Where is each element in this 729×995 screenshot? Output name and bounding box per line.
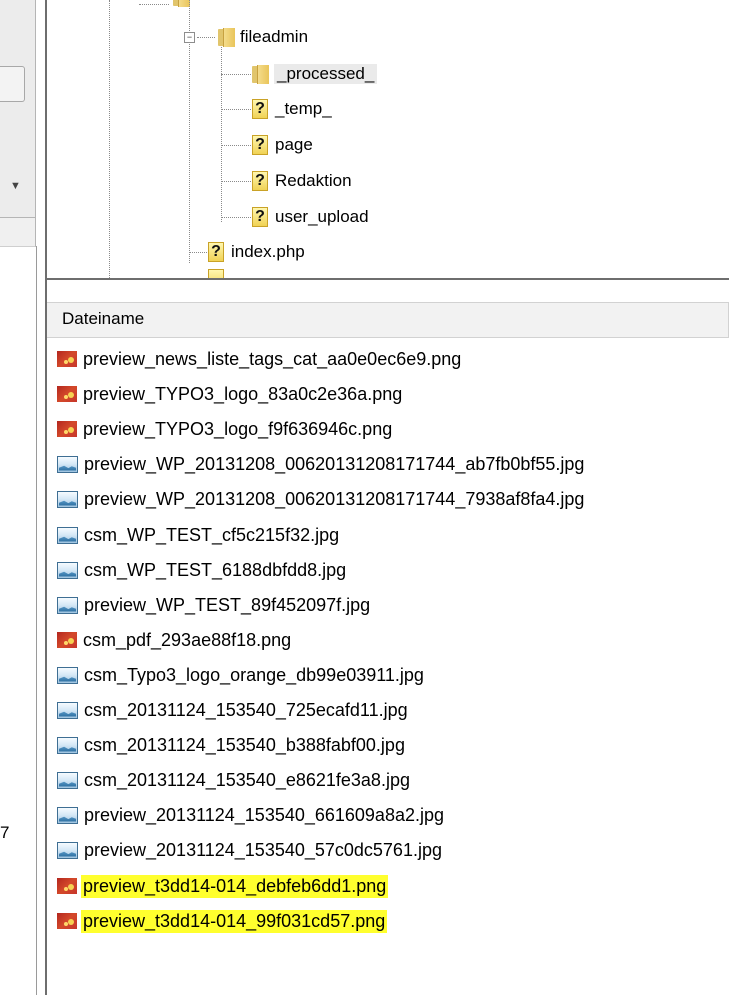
jpg-image-icon xyxy=(57,736,78,754)
folder-icon xyxy=(217,27,235,47)
jpg-image-icon xyxy=(57,806,78,824)
unknown-file-icon: ? xyxy=(251,135,269,155)
file-name: preview_t3dd14-014_99f031cd57.png xyxy=(81,909,388,933)
dropdown-arrow-icon[interactable]: ▼ xyxy=(10,180,21,192)
tree-item-fileadmin[interactable]: fileadmin xyxy=(217,24,308,50)
tree-connector xyxy=(221,74,251,75)
file-name: csm_20131124_153540_e8621fe3a8.jpg xyxy=(84,769,410,790)
file-row[interactable]: preview_news_liste_tags_cat_aa0e0ec6e9.p… xyxy=(57,344,463,374)
tree-item-label: index.php xyxy=(231,242,305,261)
file-name: preview_news_liste_tags_cat_aa0e0ec6e9.p… xyxy=(83,348,462,369)
jpg-image-icon xyxy=(57,455,78,473)
tree-item-index-php[interactable]: ? index.php xyxy=(207,239,305,265)
tree-item-label: _temp_ xyxy=(275,99,332,118)
unknown-file-icon: ? xyxy=(251,99,269,119)
jpg-image-icon xyxy=(57,490,78,508)
left-panel-cut-text: 7 xyxy=(0,823,10,842)
file-name: preview_TYPO3_logo_83a0c2e36a.png xyxy=(83,383,403,404)
tree-item-label: Redaktion xyxy=(275,171,352,190)
png-image-icon xyxy=(57,631,77,649)
png-image-icon xyxy=(57,350,77,368)
tree-connector xyxy=(139,4,169,5)
jpg-image-icon xyxy=(57,526,78,544)
png-image-icon xyxy=(57,912,77,930)
tree-connector xyxy=(109,0,110,278)
file-row[interactable]: csm_20131124_153540_e8621fe3a8.jpg xyxy=(57,765,412,795)
left-panel: ▼ 7 xyxy=(0,0,37,995)
png-image-icon xyxy=(57,420,77,438)
file-name: preview_WP_20131208_00620131208171744_79… xyxy=(84,488,585,509)
left-panel-border xyxy=(36,246,37,995)
file-name: csm_WP_TEST_6188dbfdd8.jpg xyxy=(84,559,347,580)
file-row[interactable]: preview_WP_TEST_89f452097f.jpg xyxy=(57,590,372,620)
file-name: csm_20131124_153540_725ecafd11.jpg xyxy=(84,699,408,720)
tree-item-redaktion[interactable]: ? Redaktion xyxy=(251,168,352,194)
file-row[interactable]: preview_t3dd14-014_debfeb6dd1.png xyxy=(57,871,389,901)
jpg-image-icon xyxy=(57,841,78,859)
tree-connector xyxy=(221,181,251,182)
file-name: csm_Typo3_logo_orange_db99e03911.jpg xyxy=(84,664,424,685)
tree-item-label: user_upload xyxy=(275,207,369,226)
jpg-image-icon xyxy=(57,666,78,684)
file-row[interactable]: preview_20131124_153540_57c0dc5761.jpg xyxy=(57,835,444,865)
tree-connector xyxy=(221,44,222,222)
column-header-dateiname[interactable]: Dateiname xyxy=(47,302,729,338)
tree-connector xyxy=(221,145,251,146)
tree-item-label: _processed_ xyxy=(274,64,378,84)
jpg-image-icon xyxy=(57,596,78,614)
tree-item-page[interactable]: ? page xyxy=(251,132,313,158)
file-list: Dateiname preview_news_liste_tags_cat_aa… xyxy=(45,280,729,995)
file-name: csm_pdf_293ae88f18.png xyxy=(83,629,292,650)
jpg-image-icon xyxy=(57,561,78,579)
file-name: csm_20131124_153540_b388fabf00.jpg xyxy=(84,734,405,755)
file-name: preview_TYPO3_logo_f9f636946c.png xyxy=(83,418,393,439)
file-row[interactable]: preview_TYPO3_logo_83a0c2e36a.png xyxy=(57,379,404,409)
column-header-label: Dateiname xyxy=(62,309,145,328)
file-name: preview_WP_20131208_00620131208171744_ab… xyxy=(84,453,585,474)
jpg-image-icon xyxy=(57,771,78,789)
png-image-icon xyxy=(57,877,77,895)
left-panel-lower xyxy=(0,218,36,247)
file-row[interactable]: preview_WP_20131208_00620131208171744_79… xyxy=(57,484,586,514)
unknown-file-icon: ? xyxy=(251,207,269,227)
file-row[interactable]: preview_WP_20131208_00620131208171744_ab… xyxy=(57,449,586,479)
file-name: preview_20131124_153540_57c0dc5761.jpg xyxy=(84,839,442,860)
png-image-icon xyxy=(57,385,77,403)
tree-connector xyxy=(221,109,251,110)
file-name: preview_t3dd14-014_debfeb6dd1.png xyxy=(81,874,389,898)
tree-connector xyxy=(197,37,215,38)
tree-connector xyxy=(189,252,207,253)
tree-item-label: page xyxy=(275,135,313,154)
tree-item-user-upload[interactable]: ? user_upload xyxy=(251,204,369,230)
file-row[interactable]: preview_TYPO3_logo_f9f636946c.png xyxy=(57,414,394,444)
scrollbar-thumb[interactable] xyxy=(0,66,25,102)
file-name: preview_20131124_153540_661609a8a2.jpg xyxy=(84,804,444,825)
file-row[interactable]: preview_t3dd14-014_99f031cd57.png xyxy=(57,906,388,936)
tree-item-processed[interactable]: _processed_ xyxy=(251,61,378,87)
collapse-toggle-icon[interactable]: − xyxy=(184,32,195,43)
tree-item-label: fileadmin xyxy=(240,27,309,46)
tree-item-temp[interactable]: ? _temp_ xyxy=(251,96,332,122)
partial-folder-icon xyxy=(172,0,190,12)
file-row[interactable]: csm_20131124_153540_b388fabf00.jpg xyxy=(57,730,407,760)
file-row[interactable]: preview_20131124_153540_661609a8a2.jpg xyxy=(57,800,446,830)
file-row[interactable]: csm_WP_TEST_cf5c215f32.jpg xyxy=(57,520,341,550)
file-name: csm_WP_TEST_cf5c215f32.jpg xyxy=(84,524,340,545)
tree-connector xyxy=(221,217,251,218)
folder-icon xyxy=(251,64,269,84)
file-name: preview_WP_TEST_89f452097f.jpg xyxy=(84,594,371,615)
file-row[interactable]: csm_20131124_153540_725ecafd11.jpg xyxy=(57,695,410,725)
file-row[interactable]: csm_WP_TEST_6188dbfdd8.jpg xyxy=(57,555,348,585)
partial-file-icon xyxy=(207,269,225,278)
unknown-file-icon: ? xyxy=(251,171,269,191)
folder-tree: − fileadmin _processed_ ? _temp_ ? page … xyxy=(45,0,729,278)
jpg-image-icon xyxy=(57,701,78,719)
file-row[interactable]: csm_Typo3_logo_orange_db99e03911.jpg xyxy=(57,660,426,690)
unknown-file-icon: ? xyxy=(207,242,225,262)
file-row[interactable]: csm_pdf_293ae88f18.png xyxy=(57,625,293,655)
